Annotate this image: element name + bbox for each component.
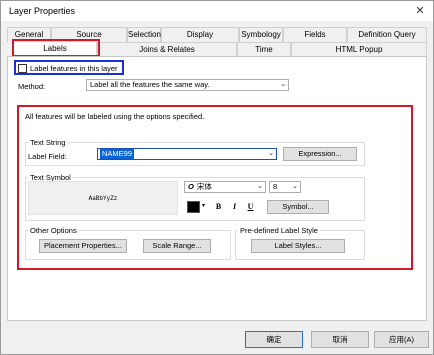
title-bar: Layer Properties ✕ (1, 1, 433, 21)
info-text: All features will be labeled using the o… (25, 112, 205, 121)
window-title: Layer Properties (9, 6, 76, 16)
font-select[interactable]: O 宋体 ⌄ (184, 181, 266, 193)
placement-properties-button[interactable]: Placement Properties... (39, 239, 127, 253)
tab-fields[interactable]: Fields (283, 27, 347, 42)
label-field-label: Label Field: (28, 152, 67, 161)
label-field-value: NAME99 (100, 149, 135, 159)
font-name: 宋体 (196, 182, 212, 191)
expression-button[interactable]: Expression... (283, 147, 357, 161)
checkbox-highlight (14, 60, 124, 75)
layer-properties-dialog: Layer Properties ✕ General Source Select… (0, 0, 434, 355)
method-label: Method: (18, 82, 46, 91)
scale-range-button[interactable]: Scale Range... (143, 239, 211, 253)
tab-selection[interactable]: Selection (127, 27, 161, 42)
tab-definition-query[interactable]: Definition Query (347, 27, 427, 42)
tab-display[interactable]: Display (161, 27, 239, 42)
tab-time[interactable]: Time (237, 42, 291, 57)
apply-button[interactable]: 应用(A) (374, 331, 429, 348)
symbol-preview: AaBbYyZz (28, 181, 178, 215)
text-string-title: Text String (28, 138, 68, 147)
color-dropdown-arrow-icon[interactable]: ▾ (202, 202, 205, 209)
symbol-button[interactable]: Symbol... (267, 200, 329, 214)
font-size-value: 8 (273, 182, 278, 191)
predefined-style-title: Pre-defined Label Style (238, 226, 320, 235)
tab-symbology[interactable]: Symbology (239, 27, 283, 42)
text-color-swatch[interactable] (187, 201, 200, 213)
tab-joins-relates[interactable]: Joins & Relates (97, 42, 237, 57)
chevron-down-icon: ⌄ (257, 183, 263, 190)
cancel-button[interactable]: 取消 (311, 331, 369, 348)
font-size-select[interactable]: 8 ⌄ (269, 181, 301, 193)
method-select[interactable]: Label all the features the same way. ⌄ (86, 79, 289, 91)
method-value: Label all the features the same way. (90, 80, 210, 89)
preview-text: AaBbYyZz (88, 195, 118, 202)
other-options-title: Other Options (28, 226, 79, 235)
chevron-down-icon: ⌄ (268, 150, 274, 157)
labels-tab-highlight (12, 39, 100, 57)
label-field-select[interactable]: NAME99 ⌄ (97, 148, 277, 160)
font-type-icon: O (188, 182, 194, 191)
bold-button[interactable]: B (212, 201, 225, 213)
close-icon[interactable]: ✕ (413, 4, 427, 18)
underline-button[interactable]: U (244, 201, 257, 213)
italic-button[interactable]: I (228, 201, 241, 213)
chevron-down-icon: ⌄ (292, 183, 298, 190)
ok-button[interactable]: 确定 (245, 331, 303, 348)
tab-html-popup[interactable]: HTML Popup (291, 42, 427, 57)
label-styles-button[interactable]: Label Styles... (251, 239, 345, 253)
chevron-down-icon: ⌄ (280, 81, 286, 88)
